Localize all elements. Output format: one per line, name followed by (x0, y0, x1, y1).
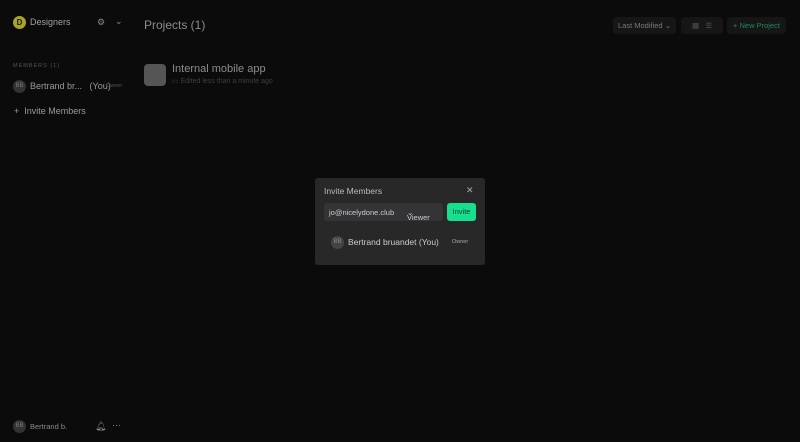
workspace-name[interactable]: Designers (30, 17, 71, 27)
view-toggle[interactable]: ▦ ☰ (681, 17, 723, 34)
project-name[interactable]: Internal mobile app (172, 63, 266, 75)
modal-member-name: Bertrand bruandet (You) (348, 237, 439, 247)
close-icon[interactable]: ✕ (466, 185, 474, 196)
member-name: Bertrand br... (30, 81, 83, 91)
gear-icon[interactable]: ⚙ (97, 17, 105, 28)
role-value: Viewer (407, 213, 430, 222)
invite-modal: Invite Members ✕ jo@nicelydone.club View… (315, 178, 485, 265)
member-item[interactable]: Bertrand br... (You) (30, 81, 111, 91)
calendar-icon: ▭ (172, 78, 179, 85)
email-value: jo@nicelydone.club (329, 208, 395, 217)
footer-user-name[interactable]: Bertrand b. (30, 422, 67, 431)
chevron-down-icon[interactable]: ⌄ (115, 16, 123, 27)
new-project-button[interactable]: + New Project (727, 17, 786, 34)
sort-dropdown[interactable]: Last Modified ⌄ (613, 17, 676, 34)
invite-members-link[interactable]: + Invite Members (14, 106, 86, 116)
new-project-label: New Project (739, 21, 780, 30)
project-edited: ▭ Edited less than a minute ago (172, 77, 273, 85)
bell-icon[interactable]: 🔔︎ (95, 421, 106, 432)
project-edited-text: Edited less than a minute ago (180, 78, 273, 85)
plus-icon: + (14, 106, 20, 116)
role-select[interactable]: Viewer ⌄ (407, 208, 430, 222)
member-role: Owner (106, 83, 123, 89)
sort-label: Last Modified (618, 21, 663, 30)
page-title: Projects (1) (144, 18, 206, 32)
email-input[interactable]: jo@nicelydone.club Viewer ⌄ (324, 203, 443, 222)
members-label: MEMBERS (1) (13, 63, 61, 69)
grid-icon[interactable]: ▦ (692, 21, 699, 30)
avatar: BB (13, 80, 26, 93)
modal-member-role: Owner (452, 239, 469, 245)
list-icon[interactable]: ☰ (705, 21, 712, 30)
avatar: BB (331, 236, 344, 249)
footer-avatar[interactable]: BB (13, 420, 26, 433)
more-icon[interactable]: ··· (112, 420, 121, 430)
invite-members-label: Invite Members (24, 106, 86, 116)
modal-title: Invite Members (324, 186, 383, 196)
invite-button[interactable]: Invite (447, 203, 476, 221)
project-thumbnail[interactable] (144, 64, 166, 86)
workspace-avatar[interactable]: D (13, 16, 26, 29)
